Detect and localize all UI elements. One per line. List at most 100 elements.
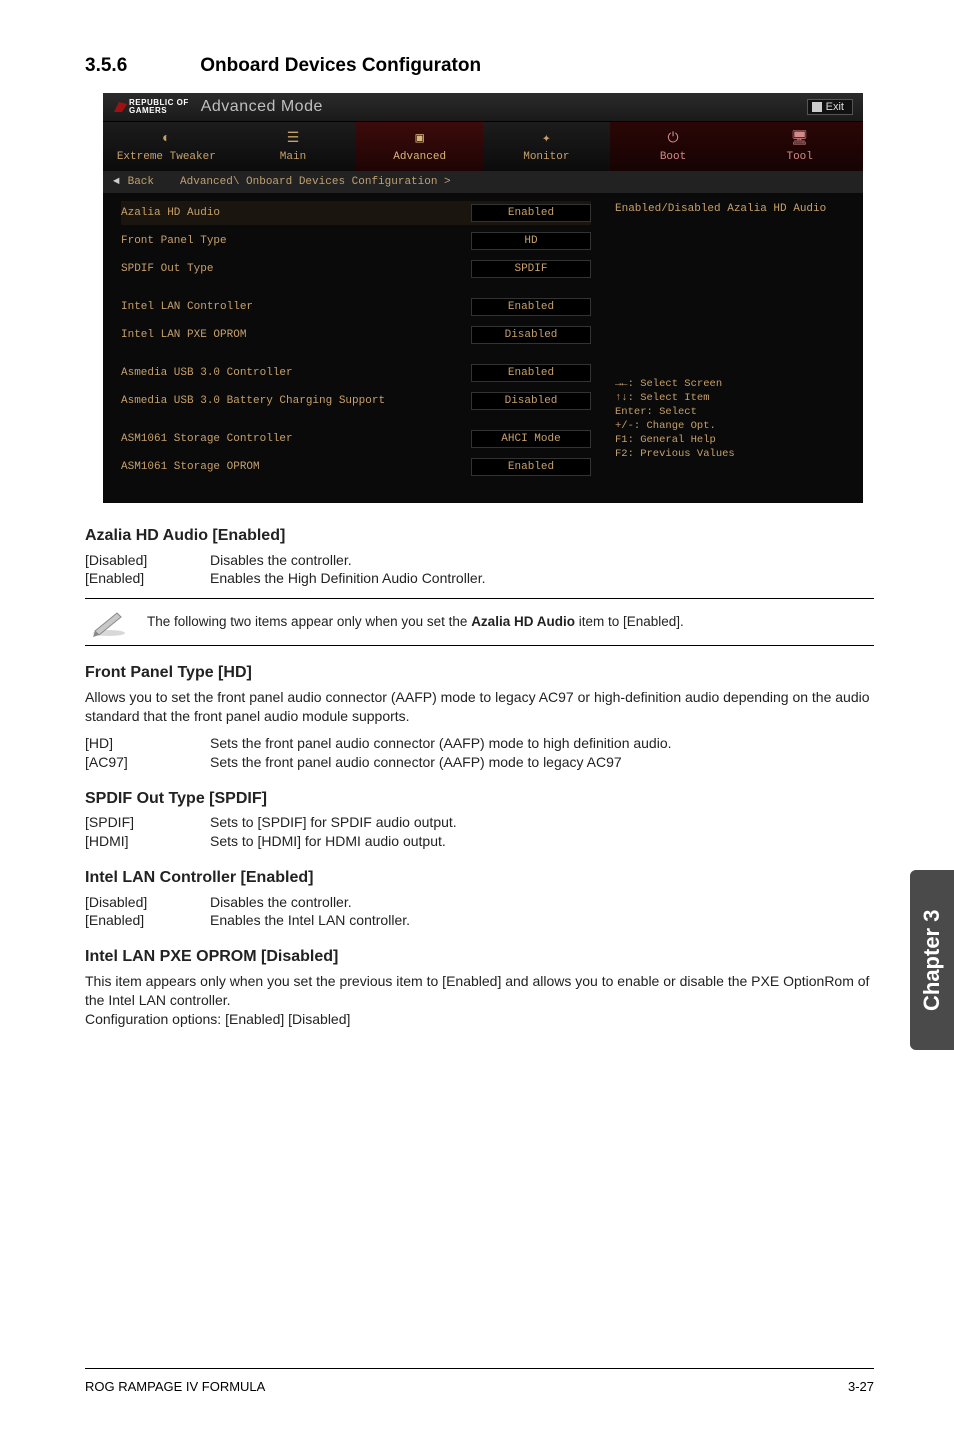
nav-line: ↑↓: Select Item (615, 391, 851, 405)
tab-label: Advanced (393, 151, 446, 163)
option-key: [Enabled] (85, 911, 210, 930)
setting-label: Asmedia USB 3.0 Controller (121, 367, 471, 379)
tab-monitor[interactable]: ✦ Monitor (483, 122, 610, 171)
setting-value[interactable]: HD (471, 232, 591, 250)
note-prefix: The following two items appear only when… (147, 614, 471, 629)
footer-left: ROG RAMPAGE IV FORMULA (85, 1379, 265, 1394)
help-nav: →←: Select Screen ↑↓: Select Item Enter:… (615, 377, 851, 461)
help-text: Enabled/Disabled Azalia HD Audio (615, 201, 851, 217)
tab-label: Tool (786, 151, 812, 163)
setting-value[interactable]: Enabled (471, 204, 591, 222)
setting-row[interactable]: Front Panel Type HD (121, 229, 591, 253)
page-footer: ROG RAMPAGE IV FORMULA 3-27 (85, 1368, 874, 1394)
option-key: [Disabled] (85, 551, 210, 570)
option-desc: Disables the controller. (210, 893, 874, 912)
note-bold: Azalia HD Audio (471, 614, 575, 629)
setting-label: Azalia HD Audio (121, 207, 471, 219)
gauge-icon: ◐ (162, 131, 170, 147)
fpt-heading: Front Panel Type [HD] (85, 662, 874, 684)
back-arrow-icon[interactable]: ◄ (113, 176, 120, 188)
setting-value[interactable]: Enabled (471, 298, 591, 316)
exit-label: Exit (826, 101, 844, 113)
nav-line: +/-: Change Opt. (615, 419, 851, 433)
fpt-body: Allows you to set the front panel audio … (85, 688, 874, 726)
option-row: [SPDIF] Sets to [SPDIF] for SPDIF audio … (85, 813, 874, 832)
nav-line: F2: Previous Values (615, 447, 851, 461)
option-key: [SPDIF] (85, 813, 210, 832)
setting-row[interactable]: Asmedia USB 3.0 Battery Charging Support… (121, 389, 591, 413)
nav-line: Enter: Select (615, 405, 851, 419)
setting-value[interactable]: Disabled (471, 326, 591, 344)
bios-help-panel: Enabled/Disabled Azalia HD Audio →←: Sel… (603, 193, 863, 503)
option-desc: Disables the controller. (210, 551, 874, 570)
setting-label: SPDIF Out Type (121, 263, 471, 275)
breadcrumb-path: Advanced\ Onboard Devices Configuration … (180, 176, 451, 188)
list-icon: ☰ (287, 130, 300, 147)
tab-advanced[interactable]: ▣ Advanced (356, 122, 483, 171)
setting-value[interactable]: Enabled (471, 458, 591, 476)
azalia-heading: Azalia HD Audio [Enabled] (85, 525, 874, 547)
wrench-icon: ✦ (542, 130, 550, 147)
setting-row[interactable]: ASM1061 Storage Controller AHCI Mode (121, 427, 591, 451)
setting-row[interactable]: SPDIF Out Type SPDIF (121, 257, 591, 281)
bios-screenshot: REPUBLIC OF GAMERS Advanced Mode Exit ◐ … (103, 93, 863, 503)
tab-label: Boot (660, 151, 686, 163)
option-desc: Enables the Intel LAN controller. (210, 911, 874, 930)
setting-row[interactable]: Intel LAN PXE OPROM Disabled (121, 323, 591, 347)
option-desc: Sets to [HDMI] for HDMI audio output. (210, 832, 874, 851)
pxe-heading: Intel LAN PXE OPROM [Disabled] (85, 946, 874, 968)
option-key: [AC97] (85, 753, 210, 772)
tab-main[interactable]: ☰ Main (230, 122, 357, 171)
option-row: [HD] Sets the front panel audio connecto… (85, 734, 874, 753)
note-box: The following two items appear only when… (85, 598, 874, 646)
power-icon: ⏻ (667, 131, 678, 147)
setting-value[interactable]: SPDIF (471, 260, 591, 278)
tool-icon: 🖥 (791, 130, 809, 147)
setting-row[interactable]: ASM1061 Storage OPROM Enabled (121, 455, 591, 479)
nav-line: →←: Select Screen (615, 377, 851, 391)
option-key: [Enabled] (85, 569, 210, 588)
setting-row[interactable]: Asmedia USB 3.0 Controller Enabled (121, 361, 591, 385)
option-key: [Disabled] (85, 893, 210, 912)
setting-label: Intel LAN Controller (121, 301, 471, 313)
option-desc: Sets to [SPDIF] for SPDIF audio output. (210, 813, 874, 832)
bios-header: REPUBLIC OF GAMERS Advanced Mode Exit (103, 93, 863, 121)
section-heading: 3.5.6 Onboard Devices Configuraton (85, 55, 874, 77)
tab-tool[interactable]: 🖥 Tool (736, 122, 863, 171)
back-label[interactable]: Back (128, 176, 154, 188)
option-desc: Enables the High Definition Audio Contro… (210, 569, 874, 588)
bios-mode-title: Advanced Mode (201, 98, 323, 116)
chip-icon: ▣ (415, 130, 423, 147)
setting-value[interactable]: Disabled (471, 392, 591, 410)
logo-line2: GAMERS (129, 107, 189, 115)
pxe-body: This item appears only when you set the … (85, 972, 874, 1029)
rog-logo-icon (113, 100, 129, 114)
spdif-heading: SPDIF Out Type [SPDIF] (85, 788, 874, 810)
tab-extreme-tweaker[interactable]: ◐ Extreme Tweaker (103, 122, 230, 171)
option-row: [Enabled] Enables the High Definition Au… (85, 569, 874, 588)
tab-label: Monitor (523, 151, 569, 163)
tab-label: Main (280, 151, 306, 163)
setting-label: Asmedia USB 3.0 Battery Charging Support (121, 395, 471, 407)
section-title-text: Onboard Devices Configuraton (200, 55, 481, 76)
option-desc: Sets the front panel audio connector (AA… (210, 734, 874, 753)
pencil-icon (89, 607, 129, 637)
setting-value[interactable]: Enabled (471, 364, 591, 382)
option-row: [HDMI] Sets to [HDMI] for HDMI audio out… (85, 832, 874, 851)
tab-label: Extreme Tweaker (117, 151, 216, 163)
exit-button[interactable]: Exit (807, 99, 853, 115)
setting-value[interactable]: AHCI Mode (471, 430, 591, 448)
door-icon (812, 102, 822, 112)
setting-label: Front Panel Type (121, 235, 471, 247)
setting-label: Intel LAN PXE OPROM (121, 329, 471, 341)
option-key: [HDMI] (85, 832, 210, 851)
setting-row[interactable]: Azalia HD Audio Enabled (121, 201, 591, 225)
setting-row[interactable]: Intel LAN Controller Enabled (121, 295, 591, 319)
option-row: [AC97] Sets the front panel audio connec… (85, 753, 874, 772)
setting-label: ASM1061 Storage OPROM (121, 461, 471, 473)
option-row: [Disabled] Disables the controller. (85, 893, 874, 912)
note-suffix: item to [Enabled]. (575, 614, 684, 629)
option-row: [Disabled] Disables the controller. (85, 551, 874, 570)
tab-boot[interactable]: ⏻ Boot (610, 122, 737, 171)
note-text: The following two items appear only when… (147, 613, 684, 631)
